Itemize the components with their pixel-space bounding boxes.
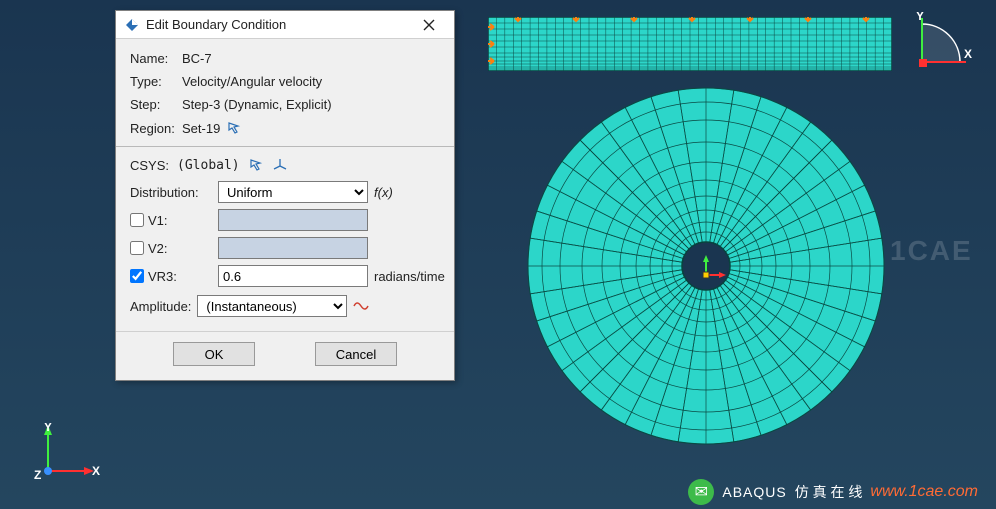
- pick-csys-icon[interactable]: [248, 157, 264, 173]
- region-label: Region:: [130, 121, 176, 136]
- csys-triad-icon[interactable]: [272, 157, 288, 173]
- footer-url: www.1cae.com: [870, 483, 978, 501]
- amplitude-create-icon[interactable]: [353, 298, 369, 314]
- vr3-unit: radians/time: [374, 269, 445, 284]
- amplitude-select[interactable]: (Instantaneous): [197, 295, 347, 317]
- dialog-title: Edit Boundary Condition: [146, 17, 412, 32]
- close-button[interactable]: [412, 14, 446, 36]
- step-value: Step-3 (Dynamic, Explicit): [182, 97, 440, 112]
- wechat-icon: ✉: [688, 479, 714, 505]
- distribution-select[interactable]: Uniform: [218, 181, 368, 203]
- app-icon: [124, 17, 140, 33]
- svg-text:Y: Y: [916, 12, 924, 23]
- name-value: BC-7: [182, 51, 440, 66]
- step-label: Step:: [130, 97, 176, 112]
- csys-label: CSYS:: [130, 158, 169, 173]
- svg-text:X: X: [964, 47, 972, 61]
- viewport[interactable]: 1CAE: [460, 0, 996, 509]
- type-value: Velocity/Angular velocity: [182, 74, 440, 89]
- v2-input[interactable]: [218, 237, 368, 259]
- vr3-input[interactable]: [218, 265, 368, 287]
- model-triad: [686, 255, 726, 295]
- fx-label: f(x): [374, 185, 445, 200]
- type-label: Type:: [130, 74, 176, 89]
- pick-region-icon[interactable]: [226, 120, 242, 136]
- view-cube-triad: Y X: [914, 12, 974, 72]
- watermark: 1CAE: [890, 235, 973, 267]
- footer: ✉ ABAQUS 仿 真 在 线 www.1cae.com: [688, 479, 978, 505]
- region-value: Set-19: [182, 121, 220, 136]
- footer-brand: ABAQUS: [722, 484, 786, 500]
- edit-bc-dialog: Edit Boundary Condition Name: BC-7 Type: V…: [115, 10, 455, 381]
- name-label: Name:: [130, 51, 176, 66]
- amplitude-label: Amplitude:: [130, 299, 191, 314]
- v1-checkbox[interactable]: V1:: [130, 213, 212, 228]
- csys-value: (Global): [177, 158, 240, 173]
- dialog-titlebar[interactable]: Edit Boundary Condition: [116, 11, 454, 39]
- v1-input[interactable]: [218, 209, 368, 231]
- svg-text:Y: Y: [44, 423, 52, 434]
- vr3-checkbox[interactable]: VR3:: [130, 269, 212, 284]
- footer-tag: 仿 真 在 线: [795, 482, 863, 502]
- cancel-button[interactable]: Cancel: [315, 342, 397, 366]
- divider: [116, 146, 454, 147]
- global-triad: Y X Z: [30, 423, 100, 483]
- dialog-body: Name: BC-7 Type: Velocity/Angular velocity…: [116, 39, 454, 380]
- ok-button[interactable]: OK: [173, 342, 255, 366]
- svg-text:X: X: [92, 464, 100, 478]
- svg-text:Z: Z: [34, 468, 41, 482]
- distribution-label: Distribution:: [130, 182, 212, 203]
- rect-mesh: [488, 17, 892, 71]
- v2-checkbox[interactable]: V2:: [130, 241, 212, 256]
